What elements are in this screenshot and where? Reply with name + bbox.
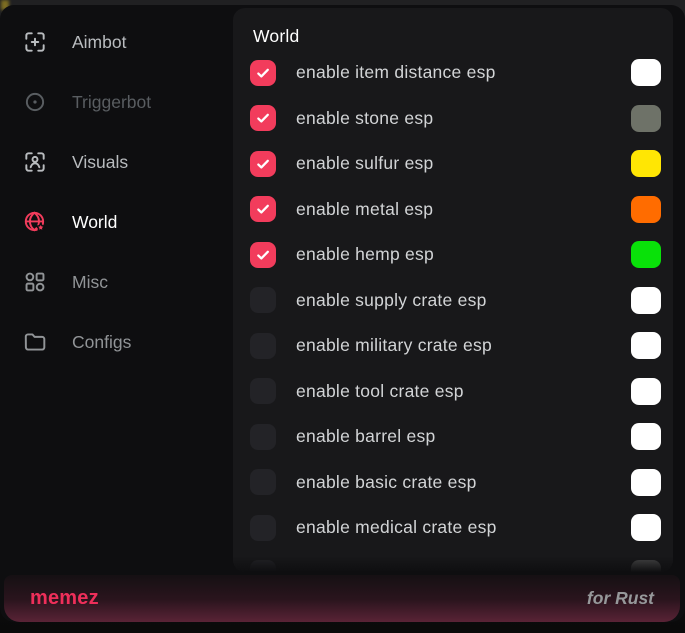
panel-title: World [253,22,661,50]
brand-name: memez [30,587,99,610]
option-row: enable barrel esp [250,414,661,460]
sidebar-item-triggerbot[interactable]: Triggerbot [0,72,233,132]
sidebar-item-label: Misc [72,272,108,293]
sidebar-item-label: World [72,212,117,233]
color-swatch[interactable] [631,332,661,359]
sidebar-item-label: Visuals [72,152,128,173]
option-checkbox[interactable] [250,515,276,541]
color-swatch[interactable] [631,378,661,405]
sidebar-item-configs[interactable]: Configs [0,312,233,372]
option-label: enable metal esp [296,199,433,220]
sidebar-item-label: Triggerbot [72,92,151,113]
check-icon [255,65,271,81]
sidebar-item-misc[interactable]: Misc [0,252,233,312]
check-icon [255,156,271,172]
option-row: enable tool crate esp [250,369,661,415]
shapes-icon [22,269,48,295]
check-icon [255,201,271,217]
sidebar-item-aimbot[interactable]: Aimbot [0,12,233,72]
color-swatch[interactable] [631,287,661,314]
crosshair-scan-icon [22,29,48,55]
option-checkbox[interactable] [250,333,276,359]
option-checkbox[interactable] [250,105,276,131]
globe-star-icon [22,209,48,235]
option-checkbox[interactable] [250,151,276,177]
color-swatch[interactable] [631,423,661,450]
footer-bar: memez for Rust [4,575,680,622]
sidebar: Aimbot Triggerbot Visuals World Misc Configs [0,5,233,575]
option-row: enable stone esp [250,96,661,142]
option-label: enable medical crate esp [296,517,497,538]
option-checkbox[interactable] [250,287,276,313]
option-label: enable barrel esp [296,426,435,447]
option-label: enable military crate esp [296,335,492,356]
option-row: enable metal esp [250,187,661,233]
color-swatch[interactable] [631,150,661,177]
option-checkbox[interactable] [250,424,276,450]
option-row: enable hemp esp [250,232,661,278]
option-label: enable supply crate esp [296,290,487,311]
option-checkbox[interactable] [250,60,276,86]
option-checkbox[interactable] [250,196,276,222]
option-row: enable supply crate esp [250,278,661,324]
edition-label: for Rust [587,588,654,609]
option-label: enable sulfur esp [296,153,434,174]
color-swatch[interactable] [631,196,661,223]
option-checkbox[interactable] [250,378,276,404]
target-icon [22,89,48,115]
sidebar-item-label: Aimbot [72,32,126,53]
sidebar-item-visuals[interactable]: Visuals [0,132,233,192]
color-swatch[interactable] [631,59,661,86]
sidebar-item-label: Configs [72,332,131,353]
option-row: enable item distance esp [250,50,661,96]
check-icon [255,247,271,263]
folder-icon [22,329,48,355]
cheat-menu-window: AimbotTriggerbotVisualsWorldMiscConfigs … [0,5,685,622]
option-label: enable basic crate esp [296,472,477,493]
option-checkbox[interactable] [250,469,276,495]
color-swatch[interactable] [631,241,661,268]
person-scan-icon [22,149,48,175]
color-swatch[interactable] [631,469,661,496]
option-list: enable item distance esp enable stone esp… [250,50,661,572]
world-panel: World enable item distance esp enable sto… [233,8,673,572]
color-swatch[interactable] [631,560,661,572]
check-icon [255,110,271,126]
option-label: enable hemp esp [296,244,434,265]
color-swatch[interactable] [631,514,661,541]
sidebar-item-world[interactable]: World [0,192,233,252]
option-label: enable tool crate esp [296,381,464,402]
option-label: enable stone esp [296,108,433,129]
option-row: enable medical crate esp [250,505,661,551]
color-swatch[interactable] [631,105,661,132]
option-row: enable sulfur esp [250,141,661,187]
option-checkbox[interactable] [250,242,276,268]
option-checkbox[interactable] [250,560,276,572]
option-row [250,551,661,573]
option-row: enable military crate esp [250,323,661,369]
option-row: enable basic crate esp [250,460,661,506]
option-label: enable item distance esp [296,62,496,83]
